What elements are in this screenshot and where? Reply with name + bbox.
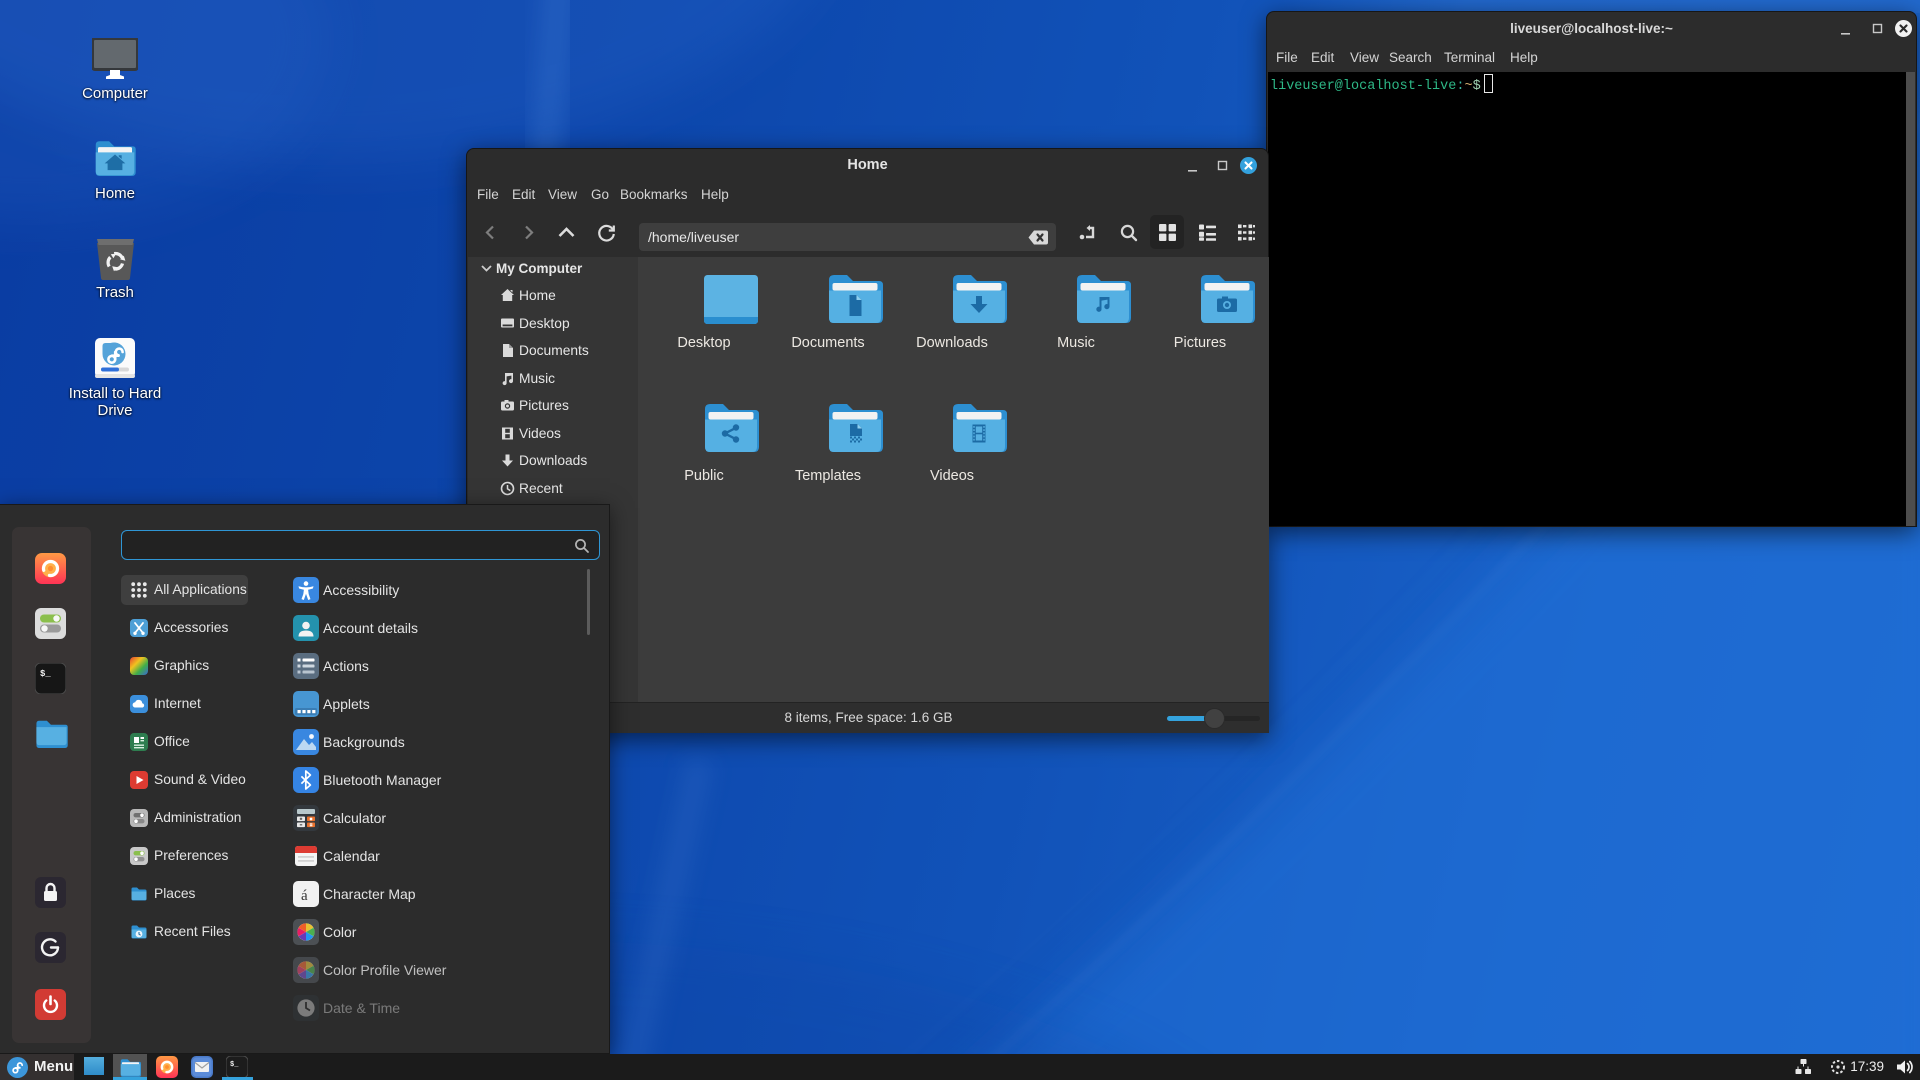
svg-text:$_: $_ [230,1061,239,1069]
svg-text:$_: $_ [40,669,51,679]
svg-text:á: á [301,888,308,904]
